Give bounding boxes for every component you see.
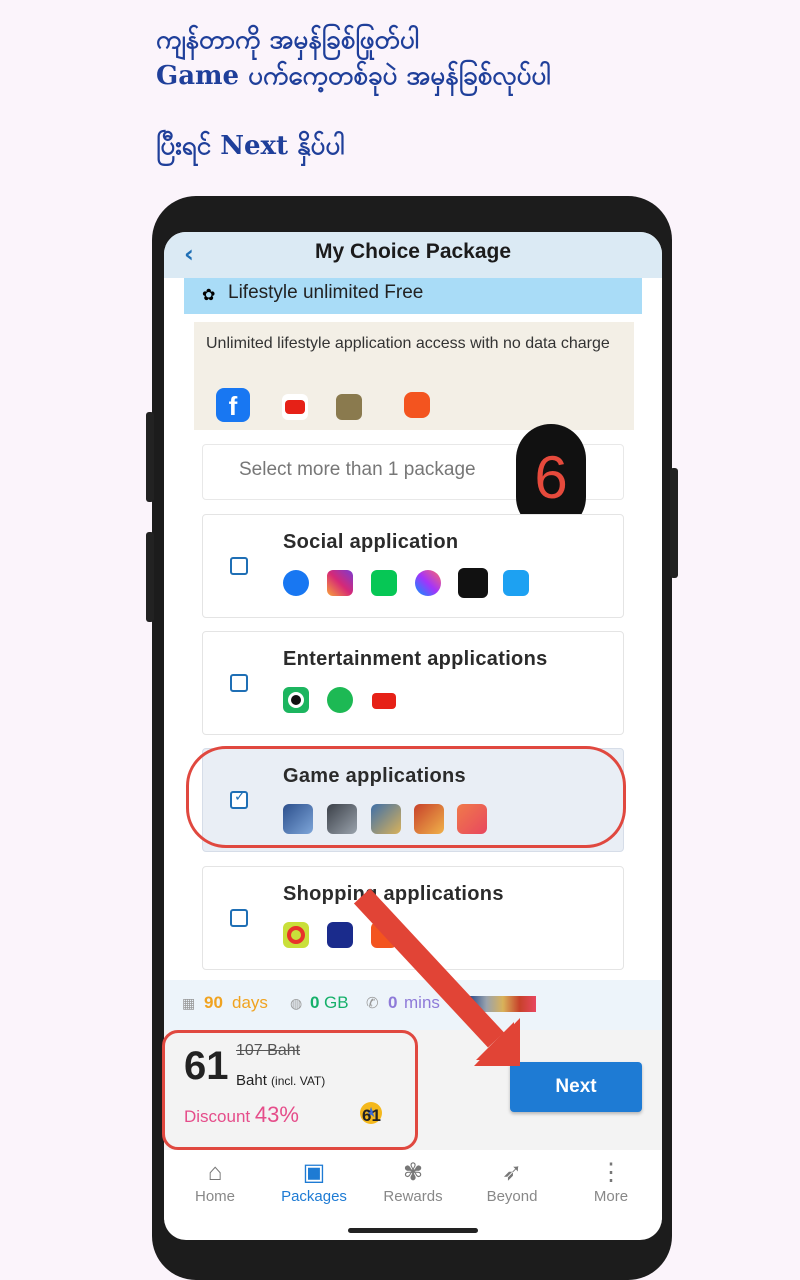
red-arrow-annotation <box>353 888 520 1066</box>
